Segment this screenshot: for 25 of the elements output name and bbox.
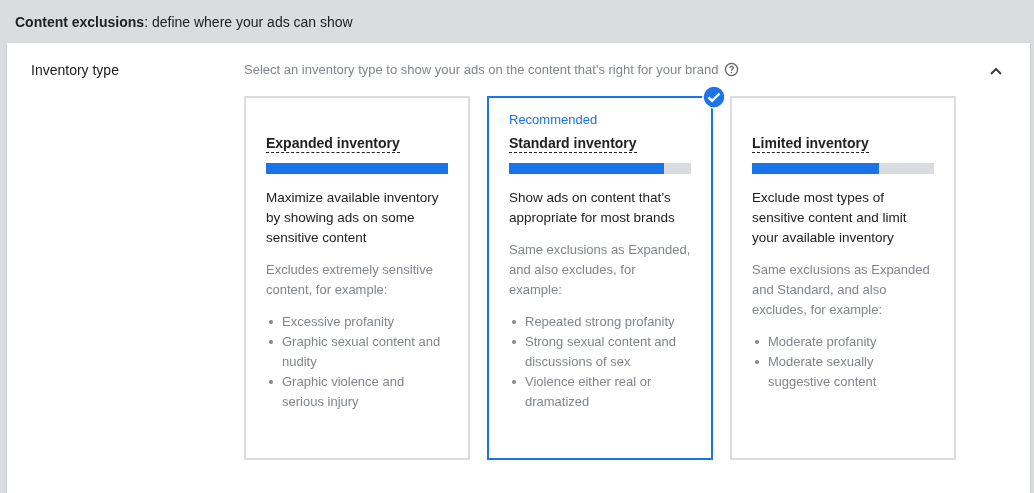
option-title: Standard inventory (509, 135, 637, 153)
inventory-option-card[interactable] (487, 96, 713, 460)
field-label: Inventory type (31, 62, 119, 78)
checkmark-icon (702, 85, 726, 109)
recommended-label: Recommended (509, 112, 598, 127)
example-item: Graphic sexual content and nudity (282, 333, 442, 371)
help-icon[interactable] (724, 62, 740, 77)
option-title: Expanded inventory (266, 135, 400, 153)
example-item: Strong sexual content and discussions of sex (525, 333, 678, 371)
example-item: Graphic violence and serious injury (282, 373, 406, 411)
example-item: Excessive profanity (282, 313, 394, 331)
option-summary: Show ads on content that’s appropriate for most brands (509, 189, 676, 227)
option-summary: Exclude most types of sensitive content and limit your available inventory (752, 189, 908, 247)
example-item: Moderate sexually suggestive content (768, 353, 878, 391)
example-item: Repeated strong profanity (525, 313, 675, 331)
example-item: Moderate profanity (768, 333, 877, 351)
option-note: Same exclusions as Expanded and Standard, and also excludes, for example: (752, 261, 931, 319)
option-title: Limited inventory (752, 135, 869, 153)
option-note: Excludes extremely sensitive content, for example: (266, 261, 434, 299)
description-text: Select an inventory type to show your ads on the content that's right for your brand (244, 62, 719, 77)
option-note: Same exclusions as Expanded, and also excludes, for example: (509, 241, 691, 299)
option-summary: Maximize available inventory by showing ads on some sensitive content (266, 189, 440, 247)
chevron-up-icon[interactable] (990, 67, 1002, 75)
example-item: Violence either real or dramatized (525, 373, 653, 411)
section-title: Content exclusions: define where your ads can show (15, 13, 353, 30)
